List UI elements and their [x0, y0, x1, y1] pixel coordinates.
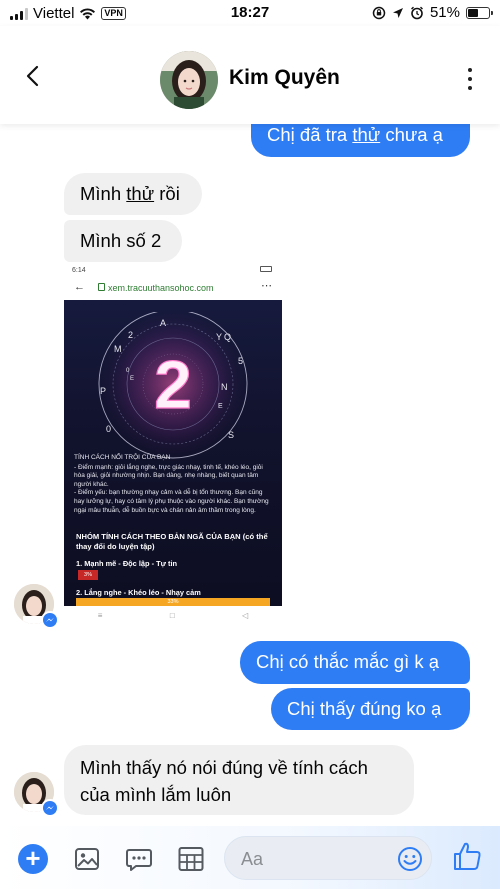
ring-letter: 2: [128, 330, 133, 340]
weaknesses-text: - Điểm yếu: bạn thường nhạy cảm và dễ bị…: [74, 489, 269, 514]
status-right: 51%: [372, 4, 493, 21]
trait-2-label: 2. Lắng nghe - Khéo léo - Nhạy cảm: [76, 588, 201, 597]
shared-image-content: 2 A M Y Q 5 0 E N P E 0 S 2 TÍNH CÁCH NỔ…: [64, 300, 282, 606]
chat-icon[interactable]: [124, 844, 154, 874]
message-input[interactable]: Aa: [224, 836, 432, 880]
message-composer: + Aa: [0, 826, 500, 889]
message-input-placeholder: Aa: [241, 849, 264, 869]
battery-percent: 51%: [429, 4, 460, 21]
message-text: Chị thấy đúng ko ạ: [287, 698, 442, 719]
shared-image-time: 6:14: [72, 267, 86, 274]
ring-letter: Q: [224, 332, 231, 342]
conversation-header: Kim Quyên: [0, 26, 500, 124]
messenger-badge-icon: [41, 799, 59, 817]
message-text: chưa ạ: [380, 124, 443, 145]
shared-image-url: xem.tracuuthansohoc.com: [108, 283, 214, 293]
plus-icon[interactable]: +: [18, 844, 48, 874]
message-text: Mình số 2: [80, 230, 162, 251]
big-number: 2: [154, 347, 192, 423]
location-icon: [392, 7, 403, 18]
back-triangle-icon: ◁: [242, 611, 249, 620]
ring-letter: S: [228, 430, 234, 440]
trait-1-value: 3%: [78, 570, 98, 580]
section-title: TÍNH CÁCH NỔI TRỘI CỦA BẠN: [74, 454, 171, 461]
message-incoming[interactable]: Mình thấy nó nói đúng về tính cách của m…: [64, 745, 414, 815]
trait-1-label: 1. Mạnh mẽ - Độc lập - Tự tin: [76, 559, 178, 568]
message-text-underlined: thử: [126, 183, 155, 204]
grid-icon[interactable]: [176, 844, 206, 874]
ring-letter: E: [130, 376, 134, 382]
message-outgoing[interactable]: Chị có thắc mắc gì k ạ: [240, 641, 470, 684]
avatar-photo: [160, 51, 218, 109]
emoji-icon[interactable]: [397, 846, 423, 872]
contact-name[interactable]: Kim Quyên: [229, 66, 340, 90]
message-incoming[interactable]: Mình số 2: [64, 220, 182, 262]
lock-icon: [98, 283, 105, 291]
home-icon: □: [169, 611, 175, 620]
alarm-icon: [411, 6, 423, 19]
ring-letter: M: [114, 344, 122, 354]
ring-letter: E: [218, 403, 223, 410]
status-bar: Viettel VPN 18:27 51%: [0, 0, 500, 26]
ring-letter: A: [160, 318, 166, 328]
back-icon[interactable]: [22, 64, 46, 88]
like-icon[interactable]: [452, 840, 482, 872]
message-text-line: của mình lắm luôn: [80, 784, 232, 805]
shared-image-statusbar: 6:14: [64, 263, 282, 277]
ring-letter: P: [100, 386, 106, 396]
ring-letter: 0: [106, 424, 111, 434]
strengths-text: - Điểm mạnh: giỏi lắng nghe, trực giác n…: [74, 463, 263, 488]
rotation-lock-icon: [372, 6, 386, 19]
shared-image[interactable]: 6:14 ← xem.tracuuthansohoc.com ⋯ 2 A M Y…: [64, 263, 282, 625]
sender-avatar[interactable]: [14, 584, 59, 629]
photo-icon[interactable]: [72, 844, 102, 874]
message-text: rồi: [154, 183, 180, 204]
ring-letter: N: [221, 382, 228, 392]
message-incoming[interactable]: Mình thử rồi: [64, 173, 202, 215]
message-text-underlined: thử: [352, 124, 381, 145]
sender-avatar[interactable]: [14, 772, 59, 817]
menu-icon: ≡: [97, 611, 103, 620]
battery-icon: [466, 6, 493, 19]
ring-letter: 5: [238, 356, 243, 366]
group-title: NHÓM TÍNH CÁCH THEO BẢN NGÃ CỦA BẠN (có …: [76, 532, 268, 551]
trait-2-value: 33%: [76, 598, 270, 606]
message-text: Chị đã tra: [267, 124, 353, 145]
messenger-badge-icon: [41, 611, 59, 629]
shared-image-description: TÍNH CÁCH NỔI TRỘI CỦA BẠN - Điểm mạnh: …: [74, 454, 274, 515]
shared-image-navbar: ≡ □ ◁: [64, 606, 282, 625]
mandala-graphic: 2 A M Y Q 5 0 E N P E 0 S 2: [93, 312, 253, 462]
shared-image-urlbar: ← xem.tracuuthansohoc.com ⋯: [64, 277, 282, 299]
message-outgoing[interactable]: Chị thấy đúng ko ạ: [271, 688, 470, 730]
more-dots-icon: ⋯: [261, 280, 272, 292]
message-text: Chị có thắc mắc gì k ạ: [256, 651, 440, 672]
message-text-line: Mình thấy nó nói đúng về tính cách: [80, 757, 368, 778]
ring-letter: Y: [216, 332, 222, 342]
arrow-left-icon: ←: [74, 281, 85, 293]
message-text: Mình: [80, 183, 127, 204]
more-icon[interactable]: [466, 68, 474, 90]
avatar[interactable]: [160, 51, 218, 109]
